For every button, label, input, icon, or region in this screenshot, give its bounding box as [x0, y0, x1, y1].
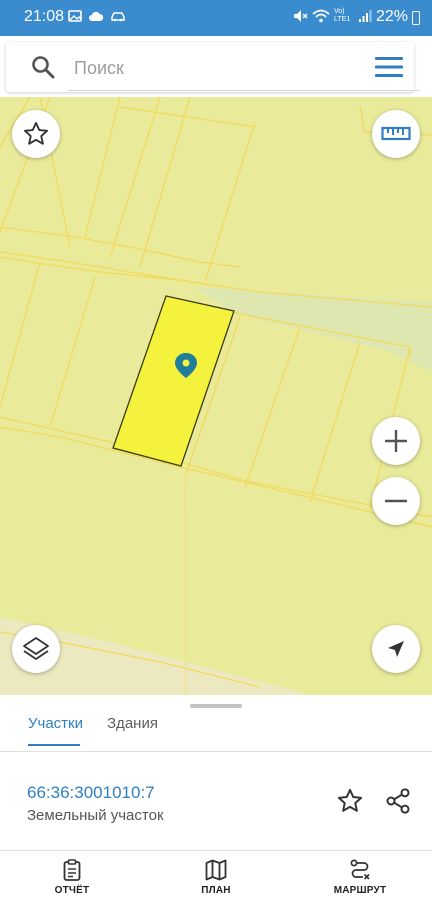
- bottom-navigation: ОТЧЁТ ПЛАН МАРШРУТ: [0, 851, 432, 900]
- selected-parcel[interactable]: [112, 295, 235, 467]
- minus-icon: [385, 499, 407, 503]
- zoom-out-button[interactable]: [372, 477, 420, 525]
- search-icon[interactable]: [30, 54, 56, 80]
- parcel-info-sheet: Участки Здания 66:36:3001010:7 Земельный…: [0, 695, 432, 850]
- my-location-button[interactable]: [372, 625, 420, 673]
- layers-icon: [23, 637, 49, 660]
- nav-route[interactable]: МАРШРУТ: [310, 858, 410, 896]
- signal-icon: [359, 10, 372, 22]
- battery-percent: 22%: [375, 8, 408, 25]
- map-view[interactable]: [0, 97, 432, 695]
- status-notification-icons: [68, 9, 126, 23]
- map-road-strip: [195, 287, 432, 372]
- nav-plan-label: ПЛАН: [201, 885, 231, 896]
- favorites-button[interactable]: [12, 110, 60, 158]
- map-icon: [205, 859, 227, 881]
- plus-icon: [385, 430, 407, 452]
- image-icon: [68, 10, 82, 22]
- route-icon: [350, 859, 370, 880]
- hamburger-menu-icon[interactable]: [374, 54, 404, 80]
- sheet-drag-handle[interactable]: [190, 704, 242, 708]
- ruler-button[interactable]: [372, 110, 420, 158]
- cadastral-number-link[interactable]: 66:36:3001010:7: [27, 783, 155, 803]
- car-icon: [111, 12, 125, 22]
- nav-route-label: МАРШРУТ: [333, 885, 387, 896]
- battery-icon: [412, 11, 420, 25]
- map-parcels-layer[interactable]: [0, 97, 432, 695]
- network-label: Vo) LTE1: [334, 8, 351, 23]
- status-system-icons: Vo) LTE1: [292, 8, 372, 24]
- nav-plan[interactable]: ПЛАН: [166, 858, 266, 896]
- mute-icon: [294, 10, 308, 22]
- clipboard-icon: [63, 859, 81, 881]
- tab-parcels[interactable]: Участки: [28, 715, 83, 732]
- nav-report-label: ОТЧЁТ: [54, 885, 90, 896]
- cloud-icon: [89, 11, 104, 21]
- search-underline: [68, 90, 420, 91]
- nav-report[interactable]: ОТЧЁТ: [22, 858, 122, 896]
- star-icon[interactable]: [336, 787, 364, 815]
- ruler-icon: [381, 126, 411, 141]
- wifi-icon: [312, 9, 330, 23]
- search-bar: [6, 42, 420, 92]
- search-input[interactable]: [66, 50, 356, 86]
- parcel-type-label: Земельный участок: [27, 807, 164, 824]
- status-bar: 21:08 Vo) LTE1 22%: [0, 0, 432, 36]
- tabs-divider: [0, 751, 432, 752]
- tab-buildings[interactable]: Здания: [107, 715, 158, 732]
- status-time: 21:08: [24, 8, 65, 25]
- share-icon[interactable]: [384, 787, 412, 815]
- active-tab-indicator: [28, 744, 80, 746]
- zoom-in-button[interactable]: [372, 417, 420, 465]
- star-icon: [23, 121, 49, 145]
- layers-button[interactable]: [12, 625, 60, 673]
- map-parcel-outlines: [0, 97, 432, 695]
- navigation-arrow-icon: [388, 641, 404, 657]
